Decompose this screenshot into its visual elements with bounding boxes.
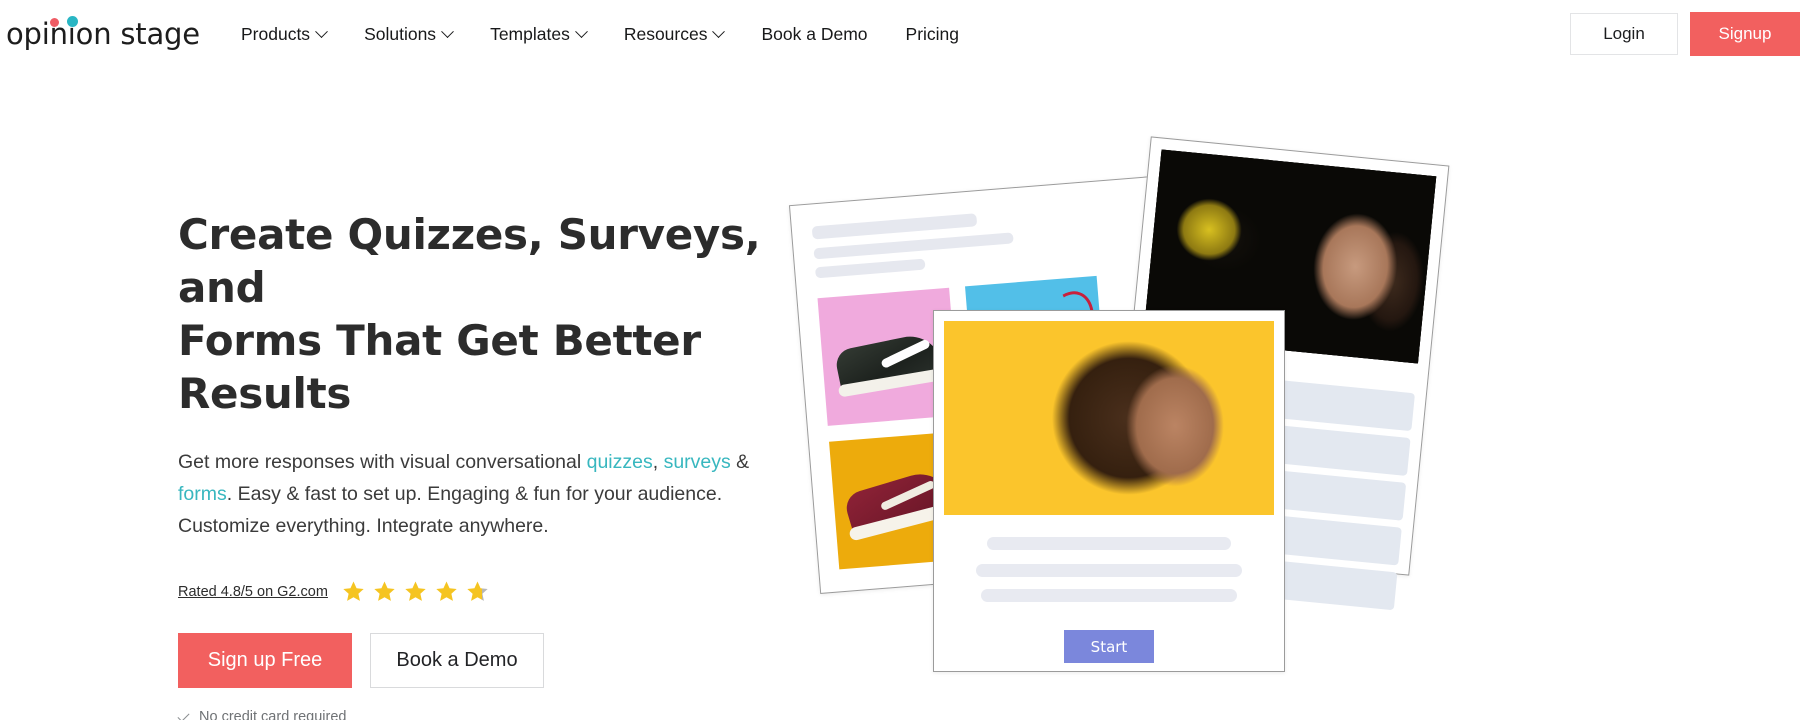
nav-item-resources[interactable]: Resources bbox=[605, 14, 743, 55]
logo-dot-pink-icon bbox=[50, 18, 59, 27]
login-button[interactable]: Login bbox=[1570, 13, 1678, 55]
skeleton-text-bar bbox=[815, 258, 926, 279]
skeleton-title-bar bbox=[811, 213, 978, 240]
chevron-down-icon bbox=[315, 24, 328, 38]
star-icon bbox=[436, 581, 457, 601]
skeleton-text-bar bbox=[981, 589, 1237, 602]
quiz-start-card: Start bbox=[933, 310, 1285, 672]
site-header: opinion stage Products Solutions Templat… bbox=[0, 0, 1800, 68]
nav-label: Templates bbox=[490, 23, 570, 44]
hero-sub-text-3: & bbox=[730, 451, 750, 473]
link-quizzes[interactable]: quizzes bbox=[587, 451, 653, 473]
signup-button[interactable]: Signup bbox=[1690, 12, 1800, 56]
page-title: Create Quizzes, Surveys, and Forms That … bbox=[178, 208, 778, 420]
g2-rating-link[interactable]: Rated 4.8/5 on G2.com bbox=[178, 584, 328, 600]
main-navigation: Products Solutions Templates Resources B… bbox=[222, 14, 978, 55]
star-icon bbox=[405, 581, 426, 601]
link-forms[interactable]: forms bbox=[178, 483, 227, 505]
hero-sub-text-4: . Easy & fast to set up. Engaging & fun … bbox=[178, 483, 723, 537]
nav-item-solutions[interactable]: Solutions bbox=[345, 14, 471, 55]
link-surveys[interactable]: surveys bbox=[664, 451, 731, 473]
landing-page: opinion stage Products Solutions Templat… bbox=[0, 0, 1800, 720]
chevron-down-icon bbox=[712, 24, 726, 38]
nav-item-products[interactable]: Products bbox=[222, 14, 345, 55]
cta-row: Sign up Free Book a Demo bbox=[178, 633, 778, 688]
hero-title-line-2: Forms That Get Better Results bbox=[178, 316, 701, 418]
nav-label: Resources bbox=[623, 23, 708, 44]
nav-label: Solutions bbox=[364, 23, 437, 44]
benefit-label: No credit card required bbox=[199, 709, 347, 720]
hero-sub-text-1: Get more responses with visual conversat… bbox=[178, 451, 587, 473]
chevron-down-icon bbox=[441, 24, 454, 38]
logo-text: opinion stage bbox=[6, 16, 200, 51]
nav-label: Pricing bbox=[905, 23, 960, 44]
portrait-photo bbox=[944, 321, 1274, 515]
star-icon bbox=[343, 581, 364, 601]
check-icon bbox=[177, 709, 190, 720]
opinion-stage-logo[interactable]: opinion stage bbox=[6, 11, 200, 57]
sign-up-free-button[interactable]: Sign up Free bbox=[178, 633, 352, 688]
start-button[interactable]: Start bbox=[1064, 630, 1154, 663]
hero-illustration: Start bbox=[788, 136, 1800, 720]
nav-item-pricing[interactable]: Pricing bbox=[887, 14, 979, 55]
book-a-demo-button[interactable]: Book a Demo bbox=[370, 633, 544, 688]
star-rating bbox=[342, 580, 489, 603]
star-icon-partial bbox=[467, 581, 488, 601]
header-actions: Login Signup bbox=[1570, 0, 1800, 68]
nav-item-book-a-demo[interactable]: Book a Demo bbox=[742, 14, 886, 55]
hero-subtitle: Get more responses with visual conversat… bbox=[178, 446, 753, 542]
hero-copy: Create Quizzes, Surveys, and Forms That … bbox=[177, 208, 778, 720]
skeleton-text-bar bbox=[986, 537, 1232, 550]
hero-title-line-1: Create Quizzes, Surveys, and bbox=[178, 210, 761, 312]
nav-label: Book a Demo bbox=[761, 23, 868, 44]
benefits-list: No credit card required No time limit on… bbox=[177, 704, 778, 720]
skeleton-text-block bbox=[944, 537, 1274, 602]
rating-row: Rated 4.8/5 on G2.com bbox=[178, 580, 778, 603]
nav-item-templates[interactable]: Templates bbox=[471, 14, 605, 55]
skeleton-text-bar bbox=[975, 564, 1243, 577]
nav-label: Products bbox=[241, 23, 311, 44]
list-item: No credit card required bbox=[177, 704, 778, 720]
sneaker-dark-icon bbox=[833, 330, 944, 393]
logo-dot-teal-icon bbox=[67, 16, 78, 27]
hero-sub-text-2: , bbox=[652, 451, 664, 473]
chevron-down-icon bbox=[574, 24, 588, 38]
star-icon bbox=[374, 581, 395, 601]
